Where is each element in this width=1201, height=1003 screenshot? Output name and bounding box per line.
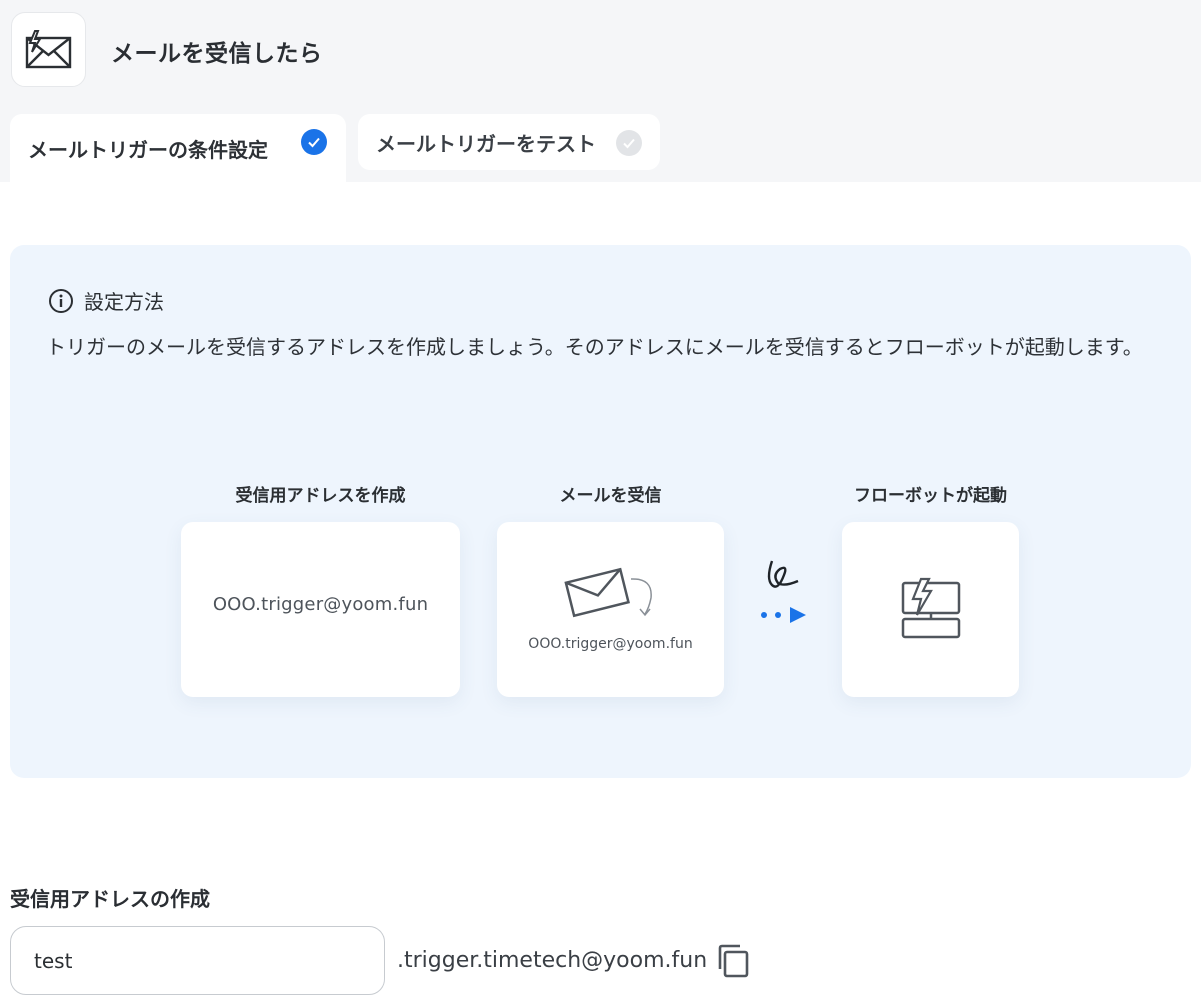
address-domain-suffix: .trigger.timetech@yoom.fun [397, 948, 708, 973]
copy-button[interactable] [714, 941, 754, 981]
tab-label: メールトリガーの条件設定 [28, 137, 268, 162]
example-address: OOO.trigger@yoom.fun [212, 594, 429, 615]
step-card-create: OOO.trigger@yoom.fun [181, 522, 460, 697]
info-description: トリガーのメールを受信するアドレスを作成しましょう。そのアドレスにメールを受信す… [46, 335, 1143, 359]
tab-condition-settings[interactable]: メールトリガーの条件設定 [10, 114, 346, 182]
step-label-receive: メールを受信 [559, 486, 662, 506]
info-heading-text: 設定方法 [84, 290, 164, 314]
arrow-flow-icon [761, 560, 806, 623]
info-heading: 設定方法 [48, 286, 164, 315]
mail-trigger-icon [11, 12, 86, 87]
step-card-start [842, 522, 1019, 697]
check-circle-icon [301, 129, 327, 155]
info-icon [49, 288, 73, 313]
copy-icon [718, 944, 749, 978]
tab-test-trigger[interactable]: メールトリガーをテスト [358, 114, 660, 170]
envelope-icon [564, 567, 652, 618]
example-address: OOO.trigger@yoom.fun [528, 636, 693, 652]
address-form-label: 受信用アドレスの作成 [10, 887, 210, 911]
check-circle-icon [616, 130, 642, 156]
step-label-create: 受信用アドレスを作成 [235, 486, 406, 506]
setup-info-panel: 設定方法 トリガーのメールを受信するアドレスを作成しましょう。そのアドレスにメー… [10, 245, 1191, 778]
step-label-start: フローボットが起動 [854, 486, 1007, 506]
step-card-receive: OOO.trigger@yoom.fun [497, 522, 724, 697]
tab-label: メールトリガーをテスト [376, 131, 596, 156]
flowbot-icon [901, 577, 961, 639]
address-prefix-input[interactable] [10, 926, 385, 995]
page-title: メールを受信したら [111, 41, 323, 67]
